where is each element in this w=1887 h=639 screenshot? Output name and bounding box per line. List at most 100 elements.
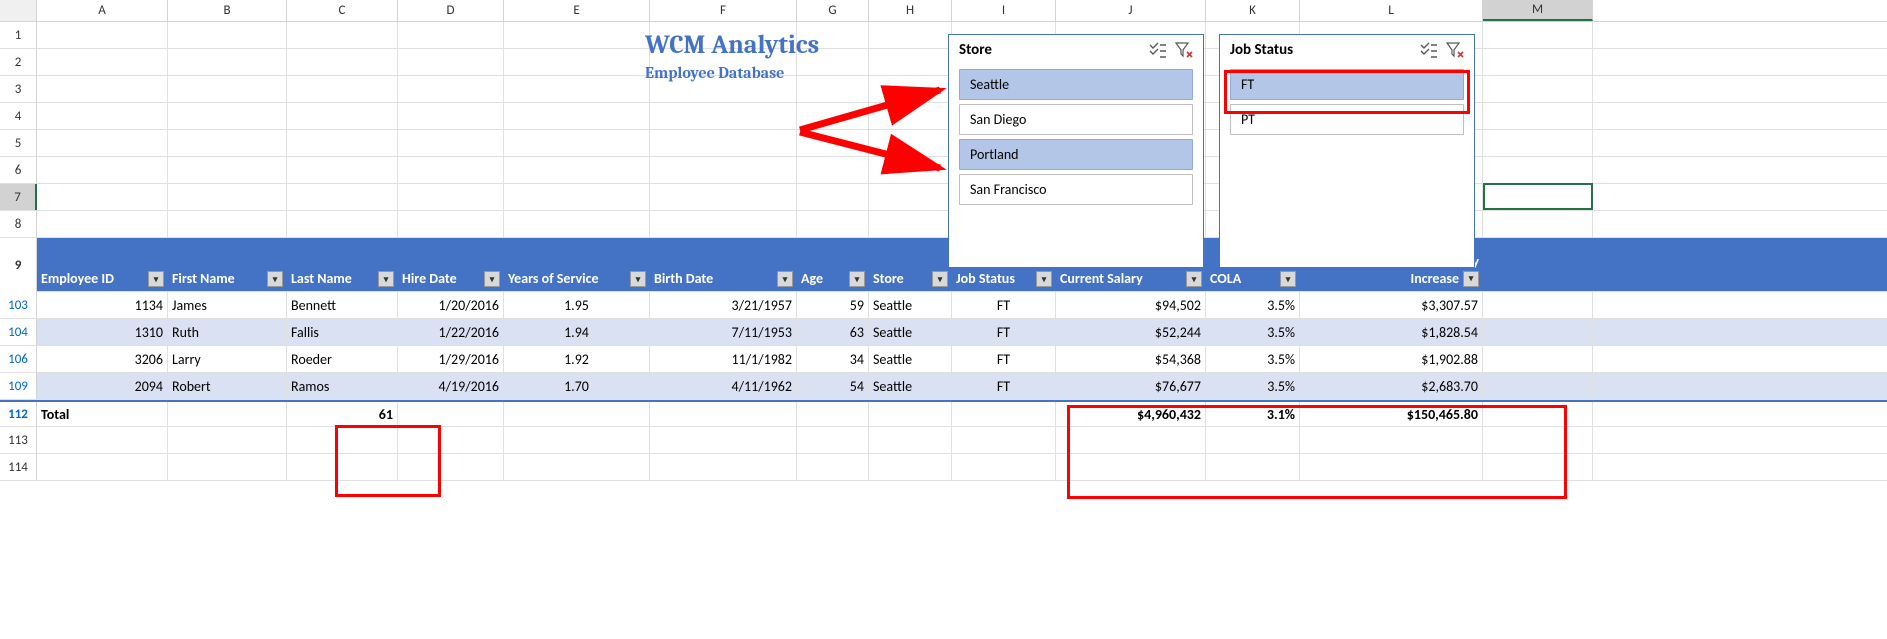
cell[interactable] [797,454,869,480]
filter-dropdown-icon[interactable]: ▾ [630,271,646,287]
col-header-J[interactable]: J [1056,0,1206,21]
table-header-D[interactable]: Hire Date▾ [398,238,504,291]
cell[interactable] [1483,157,1593,183]
cell[interactable] [168,454,287,480]
cell[interactable] [504,49,650,75]
cell[interactable] [797,130,869,156]
cell[interactable] [398,157,504,183]
cell[interactable] [398,49,504,75]
cell[interactable] [287,130,398,156]
slicer-job-item-1[interactable]: PT [1230,104,1464,135]
slicer-job-item-0[interactable]: FT [1230,69,1464,100]
row-header[interactable]: 3 [0,76,37,102]
row-header[interactable]: 4 [0,103,37,129]
cell[interactable]: Roeder [287,346,398,372]
slicer-store-item-1[interactable]: San Diego [959,104,1193,135]
cell[interactable]: 3.5% [1206,319,1300,345]
cell[interactable] [797,157,869,183]
cell[interactable]: Seattle [869,319,952,345]
table-header-F[interactable]: Birth Date▾ [650,238,797,291]
cell[interactable] [287,211,398,237]
cell[interactable] [398,130,504,156]
cell[interactable] [869,22,952,48]
cell[interactable] [869,157,952,183]
cell[interactable] [37,49,168,75]
cell[interactable] [37,103,168,129]
cell[interactable] [168,76,287,102]
cell[interactable] [1300,454,1483,480]
cell[interactable] [1483,49,1593,75]
filter-dropdown-icon[interactable]: ▾ [267,271,283,287]
cell[interactable] [287,49,398,75]
cell[interactable] [1300,427,1483,453]
cell[interactable]: 59 [797,292,869,318]
cell[interactable] [650,184,797,210]
cell[interactable] [1056,427,1206,453]
cell[interactable]: 63 [797,319,869,345]
table-header-G[interactable]: Age▾ [797,238,869,291]
col-header-K[interactable]: K [1206,0,1300,21]
total-cell[interactable] [398,402,504,426]
total-cell[interactable] [168,402,287,426]
cell[interactable] [1206,454,1300,480]
cell[interactable] [1483,292,1593,318]
cell[interactable]: Bennett [287,292,398,318]
filter-dropdown-icon[interactable]: ▾ [849,271,865,287]
cell[interactable] [650,454,797,480]
cell[interactable]: FT [952,292,1056,318]
total-cell[interactable]: 61 [287,402,398,426]
cell[interactable] [168,49,287,75]
cell[interactable]: FT [952,373,1056,399]
cell[interactable] [287,76,398,102]
cell[interactable] [1056,454,1206,480]
cell[interactable]: James [168,292,287,318]
cell[interactable] [504,76,650,102]
filter-dropdown-icon[interactable]: ▾ [148,271,164,287]
slicer-store[interactable]: Store SeattleSan DiegoPortlandSan Franci… [948,34,1204,268]
total-cell[interactable] [952,402,1056,426]
slicer-store-item-2[interactable]: Portland [959,139,1193,170]
total-cell[interactable]: Total [37,402,168,426]
cell[interactable]: 7/11/1953 [650,319,797,345]
cell[interactable] [168,184,287,210]
cell[interactable]: Robert [168,373,287,399]
cell[interactable] [869,184,952,210]
cell[interactable]: FT [952,319,1056,345]
cell[interactable] [287,103,398,129]
cell[interactable]: $54,368 [1056,346,1206,372]
cell[interactable]: 1134 [37,292,168,318]
table-header-M[interactable] [1483,238,1593,291]
cell[interactable] [398,22,504,48]
cell[interactable]: 1.70 [504,373,650,399]
cell[interactable] [504,22,650,48]
cell[interactable] [869,454,952,480]
cell[interactable]: Ruth [168,319,287,345]
row-header[interactable]: 5 [0,130,37,156]
cell[interactable] [37,211,168,237]
cell[interactable] [650,103,797,129]
cell[interactable] [168,157,287,183]
cell[interactable]: 1.94 [504,319,650,345]
col-header-H[interactable]: H [869,0,952,21]
row-header[interactable]: 104 [0,319,37,345]
cell[interactable] [869,130,952,156]
row-header[interactable]: 1 [0,22,37,48]
cell[interactable] [287,184,398,210]
cell[interactable] [1483,76,1593,102]
row-header[interactable]: 6 [0,157,37,183]
cell[interactable] [1483,103,1593,129]
cell[interactable] [398,76,504,102]
cell[interactable]: 3206 [37,346,168,372]
cell[interactable] [168,22,287,48]
row-header[interactable]: 112 [0,402,37,426]
cell[interactable] [1483,346,1593,372]
col-header-L[interactable]: L [1300,0,1483,21]
slicer-store-item-0[interactable]: Seattle [959,69,1193,100]
table-header-H[interactable]: Store▾ [869,238,952,291]
cell[interactable]: $1,828.54 [1300,319,1483,345]
filter-dropdown-icon[interactable]: ▾ [378,271,394,287]
filter-dropdown-icon[interactable]: ▾ [777,271,793,287]
col-header-C[interactable]: C [287,0,398,21]
cell[interactable] [37,22,168,48]
select-all-corner[interactable] [0,0,37,21]
